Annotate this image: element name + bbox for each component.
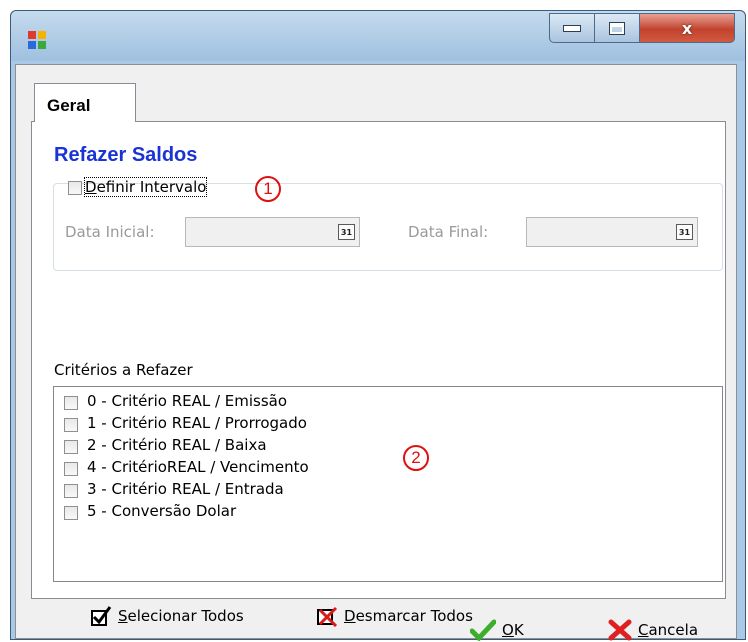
annotation-marker-1: 1 <box>255 176 281 202</box>
criteria-item-label: 1 - Critério REAL / Prorrogado <box>87 414 307 432</box>
define-interval-label-rest: efinir Intervalo <box>96 178 207 196</box>
title-bar[interactable]: x <box>11 11 745 61</box>
deselect-all-label: Desmarcar Todos <box>344 607 473 625</box>
dialog-client-area: Geral Refazer Saldos Definir Intervalo 1… <box>15 64 737 641</box>
define-interval-label[interactable]: Definir Intervalo <box>83 177 208 197</box>
close-button[interactable]: x <box>639 13 735 43</box>
criteria-checkbox-1[interactable] <box>64 418 78 432</box>
ok-label: OK <box>502 621 524 639</box>
end-calendar-icon[interactable]: 31 <box>676 224 693 240</box>
tab-geral[interactable]: Geral <box>34 83 136 122</box>
deselect-all-button[interactable]: Desmarcar Todos <box>316 605 473 627</box>
start-date-field[interactable]: 31 <box>185 217 360 247</box>
end-date-field[interactable]: 31 <box>526 217 698 247</box>
criteria-item-label: 2 - Critério REAL / Baixa <box>87 436 267 454</box>
criteria-checkbox-5[interactable] <box>64 506 78 520</box>
maximize-icon <box>609 21 625 35</box>
cancel-label: Cancela <box>638 621 699 639</box>
criteria-list[interactable]: 0 - Critério REAL / Emissão 1 - Critério… <box>53 386 723 582</box>
close-icon: x <box>681 18 693 38</box>
select-all-button[interactable]: Selecionar Todos <box>90 605 244 627</box>
start-date-label: Data Inicial: <box>65 223 155 241</box>
annotation-marker-2: 2 <box>403 445 429 471</box>
define-interval-checkbox[interactable] <box>68 181 82 195</box>
criteria-label: Critérios a Refazer <box>54 361 193 379</box>
check-all-icon <box>91 606 112 626</box>
criteria-checkbox-4[interactable] <box>64 484 78 498</box>
cancel-button[interactable]: Cancela <box>608 619 698 641</box>
criteria-item-label: 5 - Conversão Dolar <box>87 502 237 520</box>
minimize-icon <box>563 24 581 32</box>
app-icon <box>28 31 46 49</box>
section-title: Refazer Saldos <box>54 144 198 166</box>
criteria-item-label: 0 - Critério REAL / Emissão <box>87 392 288 410</box>
criteria-checkbox-3[interactable] <box>64 462 78 476</box>
criteria-checkbox-0[interactable] <box>64 396 78 410</box>
criteria-checkbox-2[interactable] <box>64 440 78 454</box>
uncheck-all-icon <box>317 606 338 627</box>
ok-button[interactable]: OK <box>470 619 524 641</box>
start-calendar-icon[interactable]: 31 <box>338 224 355 240</box>
ok-check-icon <box>470 619 496 641</box>
cancel-x-icon <box>608 619 632 641</box>
end-date-label: Data Final: <box>408 223 489 241</box>
criteria-item-label: 3 - Critério REAL / Entrada <box>87 480 284 498</box>
define-interval-mnemonic: D <box>85 178 97 196</box>
criteria-item-label: 4 - CritérioREAL / Vencimento <box>87 458 309 476</box>
interval-groupbox: Definir Intervalo 1 Data Inicial: 31 Dat… <box>53 176 723 271</box>
dialog-window: x Geral Refazer Saldos Definir Intervalo… <box>10 10 746 641</box>
minimize-button[interactable] <box>549 13 595 43</box>
select-all-label: Selecionar Todos <box>118 607 244 625</box>
tab-page-geral: Refazer Saldos Definir Intervalo 1 Data … <box>31 121 726 627</box>
maximize-button[interactable] <box>594 13 640 43</box>
